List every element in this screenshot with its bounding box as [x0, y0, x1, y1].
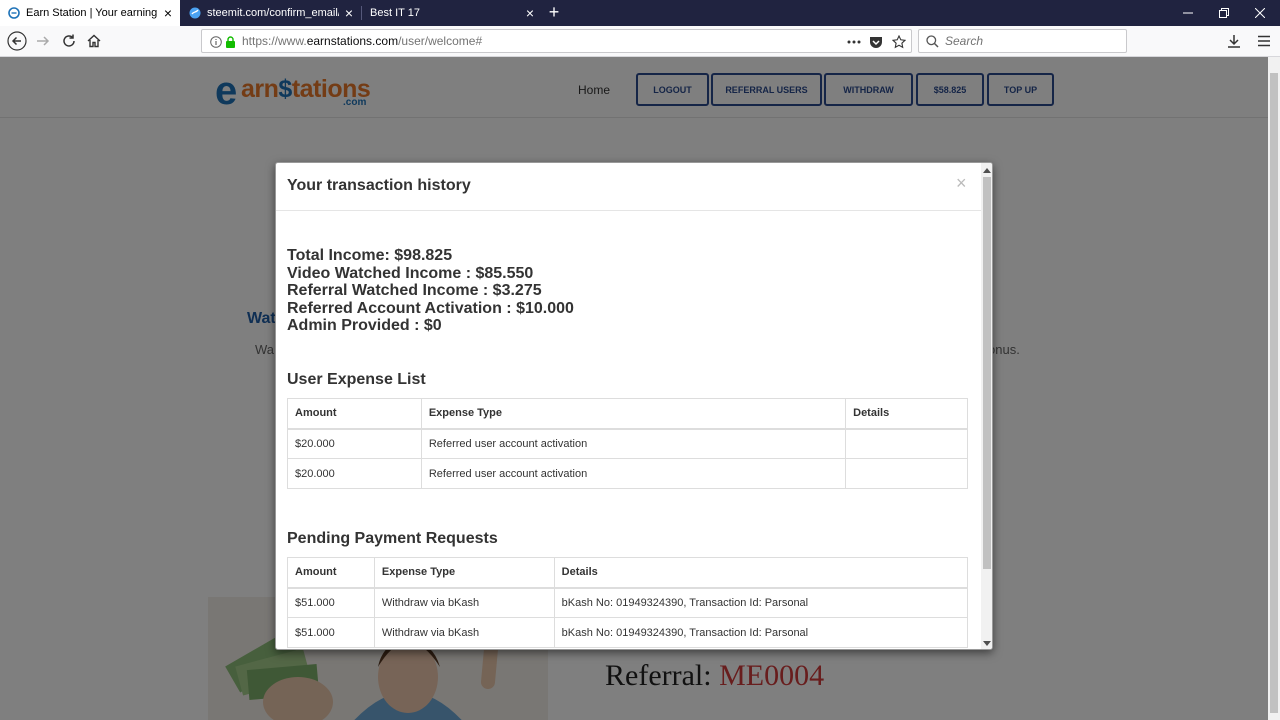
tab-earn-station[interactable]: Earn Station | Your earning mas ×: [0, 0, 180, 26]
forward-icon[interactable]: [31, 29, 55, 53]
hamburger-menu-icon[interactable]: [1252, 29, 1276, 53]
page-scrollbar[interactable]: [1268, 57, 1280, 720]
page-scrollbar-thumb[interactable]: [1270, 73, 1278, 713]
cell-amount: $51.000: [287, 617, 375, 648]
modal-header: Your transaction history ×: [276, 163, 982, 211]
modal-body: Total Income: $98.825 Video Watched Inco…: [287, 211, 969, 649]
col-amount: Amount: [287, 557, 375, 589]
cell-amount: $20.000: [287, 428, 422, 459]
cell-expense-type: Referred user account activation: [420, 428, 847, 459]
cell-details: [845, 458, 968, 489]
tab-title: Earn Station | Your earning mas: [26, 7, 158, 19]
col-amount: Amount: [287, 398, 422, 430]
transaction-history-modal: Your transaction history × Total Income:…: [275, 162, 993, 650]
cell-expense-type: Withdraw via bKash: [373, 587, 555, 618]
cell-details: bKash No: 01949324390, Transaction Id: P…: [553, 617, 969, 648]
close-window-icon[interactable]: [1242, 0, 1278, 26]
modal-title: Your transaction history: [287, 177, 471, 194]
home-icon[interactable]: [82, 29, 106, 53]
col-details: Details: [553, 557, 969, 589]
modal-scrollbar-thumb[interactable]: [983, 177, 991, 569]
pending-requests-table: Amount Expense Type Details $51.000 With…: [287, 557, 969, 648]
restore-icon[interactable]: [1206, 0, 1242, 26]
table-row: $20.000 Referred user account activation: [287, 428, 968, 459]
expense-list-title: User Expense List: [287, 371, 426, 388]
tab-best-it[interactable]: Best IT 17 ×: [362, 0, 542, 26]
cell-details: bKash No: 01949324390, Transaction Id: P…: [553, 587, 969, 618]
table-row: $20.000 Referred user account activation: [287, 458, 968, 489]
scroll-down-arrow-icon[interactable]: [981, 637, 992, 649]
lock-icon[interactable]: [222, 34, 238, 50]
col-details: Details: [845, 398, 968, 430]
page-actions-icon[interactable]: [846, 34, 862, 50]
table-header-row: Amount Expense Type Details: [287, 557, 969, 589]
referral-watched-income: Referral Watched Income : $3.275: [287, 282, 542, 299]
earnstation-favicon-icon: [8, 7, 20, 19]
pending-requests-title: Pending Payment Requests: [287, 530, 498, 547]
browser-toolbar: https://www. earnstations.com/user/welcom…: [0, 26, 1280, 57]
tab-title: steemit.com/confirm_email/0c: [207, 7, 339, 19]
video-watched-income: Video Watched Income : $85.550: [287, 264, 534, 282]
modal-scrollbar[interactable]: [981, 163, 992, 649]
pocket-icon[interactable]: [868, 34, 884, 50]
back-icon[interactable]: [5, 29, 29, 53]
browser-tab-bar: Earn Station | Your earning mas × steemi…: [0, 0, 1280, 26]
tab-close-icon[interactable]: ×: [164, 6, 172, 20]
table-row: $51.000 Withdraw via bKash bKash No: 019…: [287, 587, 969, 618]
cell-expense-type: Withdraw via bKash: [373, 617, 555, 648]
cell-amount: $20.000: [287, 458, 422, 489]
tab-close-icon[interactable]: ×: [345, 6, 353, 20]
expense-table: Amount Expense Type Details $20.000 Refe…: [287, 398, 968, 489]
new-tab-plus-icon[interactable]: +: [545, 3, 563, 21]
col-expense-type: Expense Type: [373, 557, 555, 589]
search-icon: [926, 35, 939, 48]
url-prefix: https://www.: [242, 34, 307, 48]
search-input[interactable]: Search: [918, 29, 1127, 53]
tab-title: Best IT 17: [370, 7, 420, 19]
admin-provided: Admin Provided : $0: [287, 317, 442, 334]
total-income: Total Income: $98.825: [287, 247, 453, 264]
url-host: earnstations.com: [306, 34, 399, 48]
referred-account-activation: Referred Account Activation : $10.000: [287, 299, 574, 317]
cell-amount: $51.000: [287, 587, 375, 618]
steemit-favicon-icon: [189, 7, 201, 19]
search-placeholder: Search: [945, 34, 984, 48]
modal-close-icon[interactable]: ×: [956, 173, 967, 194]
table-row: $51.000 Withdraw via bKash bKash No: 019…: [287, 617, 969, 648]
income-summary: Total Income: $98.825 Video Watched Inco…: [287, 247, 574, 335]
downloads-icon[interactable]: [1222, 29, 1246, 53]
scroll-up-arrow-icon[interactable]: [981, 164, 992, 176]
tab-steemit[interactable]: steemit.com/confirm_email/0c ×: [181, 0, 361, 26]
url-bar[interactable]: https://www. earnstations.com/user/welcom…: [201, 29, 912, 53]
cell-details: [845, 428, 968, 459]
cell-expense-type: Referred user account activation: [420, 458, 847, 489]
url-path: /user/welcome#: [398, 34, 483, 48]
tab-close-icon[interactable]: ×: [526, 6, 534, 20]
table-header-row: Amount Expense Type Details: [287, 398, 968, 430]
bookmark-star-icon[interactable]: [891, 34, 907, 50]
reload-icon[interactable]: [57, 29, 81, 53]
minimize-icon[interactable]: [1170, 0, 1206, 26]
col-expense-type: Expense Type: [420, 398, 847, 430]
